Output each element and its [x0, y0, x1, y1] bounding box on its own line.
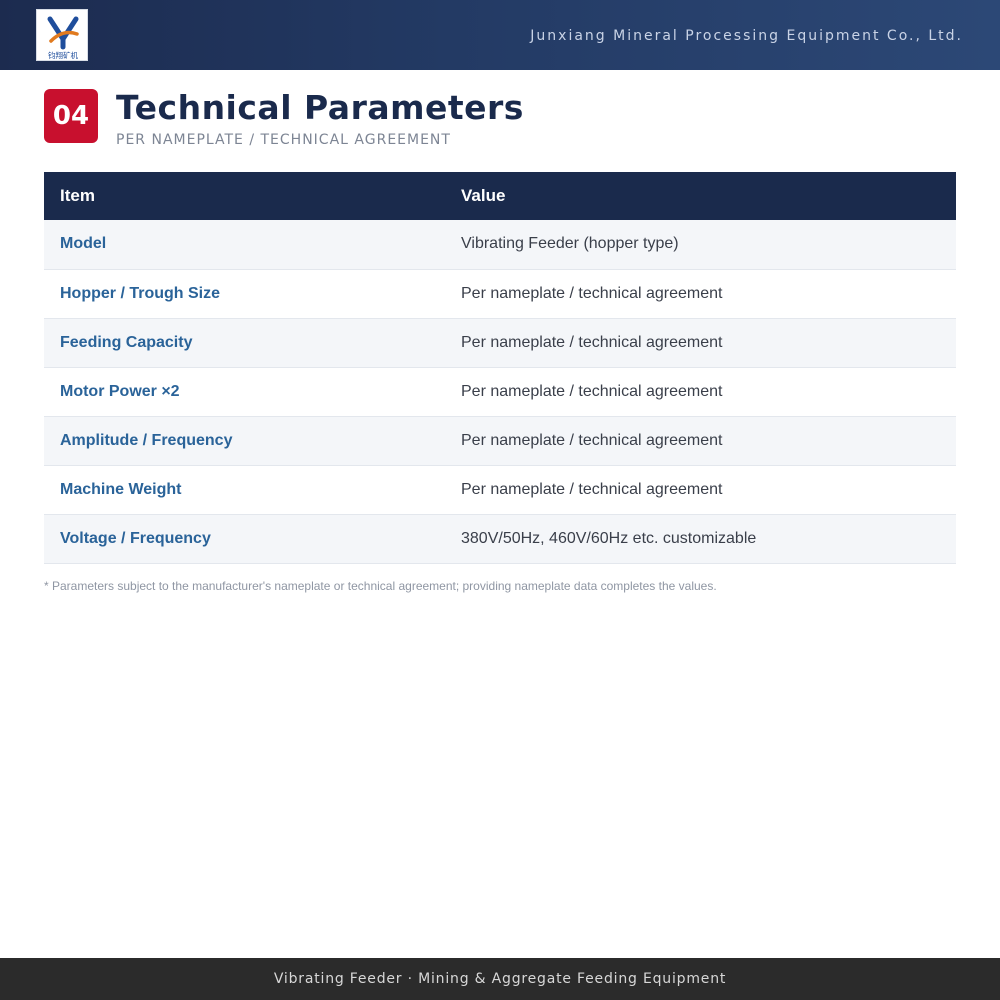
page-subtitle: PER NAMEPLATE / TECHNICAL AGREEMENT [116, 132, 451, 148]
logo-graphic: 钧翔矿机 [47, 16, 79, 60]
table-header-row: Item Value [44, 172, 956, 220]
section-number-badge: 04 [44, 89, 98, 143]
table-row: Hopper / Trough Size Per nameplate / tec… [44, 269, 956, 319]
column-header-value: Value [461, 186, 506, 205]
row-value: Per nameplate / technical agreement [445, 416, 956, 466]
row-value: Per nameplate / technical agreement [445, 367, 956, 417]
row-item-label: Feeding Capacity [44, 318, 445, 368]
row-item-label: Amplitude / Frequency [44, 416, 445, 466]
footer-text: Vibrating Feeder · Mining & Aggregate Fe… [273, 971, 727, 987]
row-value: Per nameplate / technical agreement [445, 318, 956, 368]
logo-text: 钧翔矿机 [48, 50, 78, 60]
row-item-label: Motor Power ×2 [44, 367, 445, 417]
page-title: Technical Parameters [116, 88, 524, 127]
table-row: Amplitude / Frequency Per nameplate / te… [44, 416, 956, 466]
table-row: Model Vibrating Feeder (hopper type) [44, 220, 956, 270]
row-item-label: Model [44, 220, 445, 270]
row-item-label: Voltage / Frequency [44, 514, 445, 564]
footer-bar: Vibrating Feeder · Mining & Aggregate Fe… [0, 958, 1000, 1000]
company-name: Junxiang Mineral Processing Equipment Co… [530, 28, 963, 44]
row-item-label: Machine Weight [44, 465, 445, 515]
row-value: Per nameplate / technical agreement [445, 465, 956, 515]
row-value: Vibrating Feeder (hopper type) [445, 220, 956, 270]
row-item-label: Hopper / Trough Size [44, 269, 445, 319]
table-row: Voltage / Frequency 380V/50Hz, 460V/60Hz… [44, 514, 956, 564]
company-logo-icon: 钧翔矿机 [36, 9, 88, 61]
table-row: Machine Weight Per nameplate / technical… [44, 465, 956, 515]
row-value: Per nameplate / technical agreement [445, 269, 956, 319]
parameters-table: Item Value Model Vibrating Feeder (hoppe… [44, 172, 956, 564]
top-header-bar: 钧翔矿机 Junxiang Mineral Processing Equipme… [0, 0, 1000, 70]
table-row: Motor Power ×2 Per nameplate / technical… [44, 367, 956, 417]
table-row: Feeding Capacity Per nameplate / technic… [44, 318, 956, 368]
footnote: * Parameters subject to the manufacturer… [44, 579, 717, 593]
row-value: 380V/50Hz, 460V/60Hz etc. customizable [445, 514, 956, 564]
column-header-item: Item [60, 186, 95, 205]
